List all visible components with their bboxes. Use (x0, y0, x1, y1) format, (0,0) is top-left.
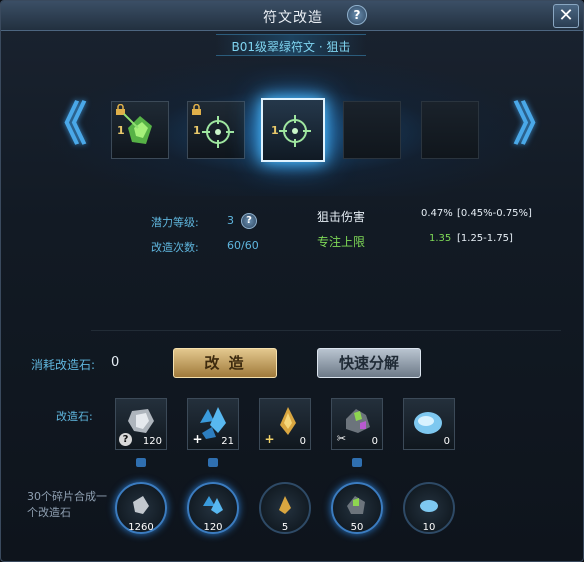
stone-count: 0 (371, 436, 378, 447)
crosshair-icon (279, 115, 311, 147)
chevron-right-icon[interactable]: 》 (513, 101, 559, 151)
title-bar[interactable]: 符文改造 ? ✕ (1, 1, 583, 31)
stone-count: 0 (299, 436, 306, 447)
question-icon: ? (119, 433, 132, 446)
fragment-count: 120 (203, 522, 223, 533)
plus-icon: + (264, 432, 275, 446)
fragment-pin (136, 458, 146, 467)
stone-item[interactable]: + 21 (187, 398, 239, 450)
potential-value: 3 (227, 214, 234, 227)
attribute-range: [1.25-1.75] (457, 233, 513, 244)
attribute-name: 狙击伤害 (317, 210, 366, 224)
rune-slot[interactable]: 1 (187, 101, 245, 159)
help-icon[interactable]: ? (241, 213, 257, 229)
fragment-count: 5 (281, 522, 289, 533)
fragment-count: 10 (422, 522, 436, 533)
attribute-range: [0.45%-0.75%] (457, 208, 532, 219)
fragment-item[interactable]: 1260 (115, 482, 167, 534)
fragment-count: 50 (350, 522, 364, 533)
stone-count: 21 (221, 436, 234, 447)
reforge-button[interactable]: 改 造 (173, 348, 277, 378)
stones-label: 改造石: (56, 410, 93, 423)
chevron-left-icon[interactable]: 《 (41, 101, 87, 151)
fragment-item[interactable]: 5 (259, 482, 311, 534)
window-title: 符文改造 (263, 10, 323, 26)
potential-label: 潜力等级: (151, 216, 199, 229)
fragment-pin (208, 458, 218, 467)
quick-decompose-button[interactable]: 快速分解 (317, 348, 421, 378)
crosshair-icon (202, 116, 234, 148)
attribute-value: 0.47% (421, 208, 453, 219)
stone-count: 120 (142, 436, 162, 447)
scissors-icon: ✂ (336, 432, 347, 445)
stone-item[interactable]: ? 120 (115, 398, 167, 450)
stone-item[interactable]: + 0 (259, 398, 311, 450)
attribute-value: 1.35 (429, 233, 452, 244)
rune-name-banner: B01级翠绿符文 · 狙击 (216, 34, 366, 56)
consume-value: 0 (111, 355, 120, 370)
fragment-item[interactable]: 10 (403, 482, 455, 534)
consume-label: 消耗改造石: (31, 358, 96, 372)
fragment-hint: 30个碎片合成一个改造石 (27, 490, 107, 519)
reforge-count-value: 60/60 (227, 239, 259, 252)
fragment-item[interactable]: 120 (187, 482, 239, 534)
rune-slot[interactable]: 1 (111, 101, 169, 159)
rune-reforge-window: 符文改造 ? ✕ B01级翠绿符文 · 狙击 《 》 1 1 1 潜力等级: 3… (0, 0, 584, 562)
green-shard-icon (123, 113, 152, 144)
stone-item[interactable]: 0 (403, 398, 455, 450)
reforge-count-label: 改造次数: (151, 241, 199, 254)
fragment-count: 1260 (128, 522, 154, 533)
rune-slot-selected[interactable]: 1 (261, 98, 325, 162)
stone-item[interactable]: ✂ 0 (331, 398, 383, 450)
rune-slot-empty[interactable] (343, 101, 401, 159)
help-icon[interactable]: ? (347, 5, 367, 25)
fragment-item[interactable]: 50 (331, 482, 383, 534)
rune-slot-empty[interactable] (421, 101, 479, 159)
attribute-name: 专注上限 (317, 235, 366, 249)
fragment-pin (352, 458, 362, 467)
close-button[interactable]: ✕ (553, 4, 579, 28)
rune-name: B01级翠绿符文 · 狙击 (231, 40, 351, 54)
plus-icon: + (192, 432, 203, 446)
stone-count: 0 (443, 436, 450, 447)
